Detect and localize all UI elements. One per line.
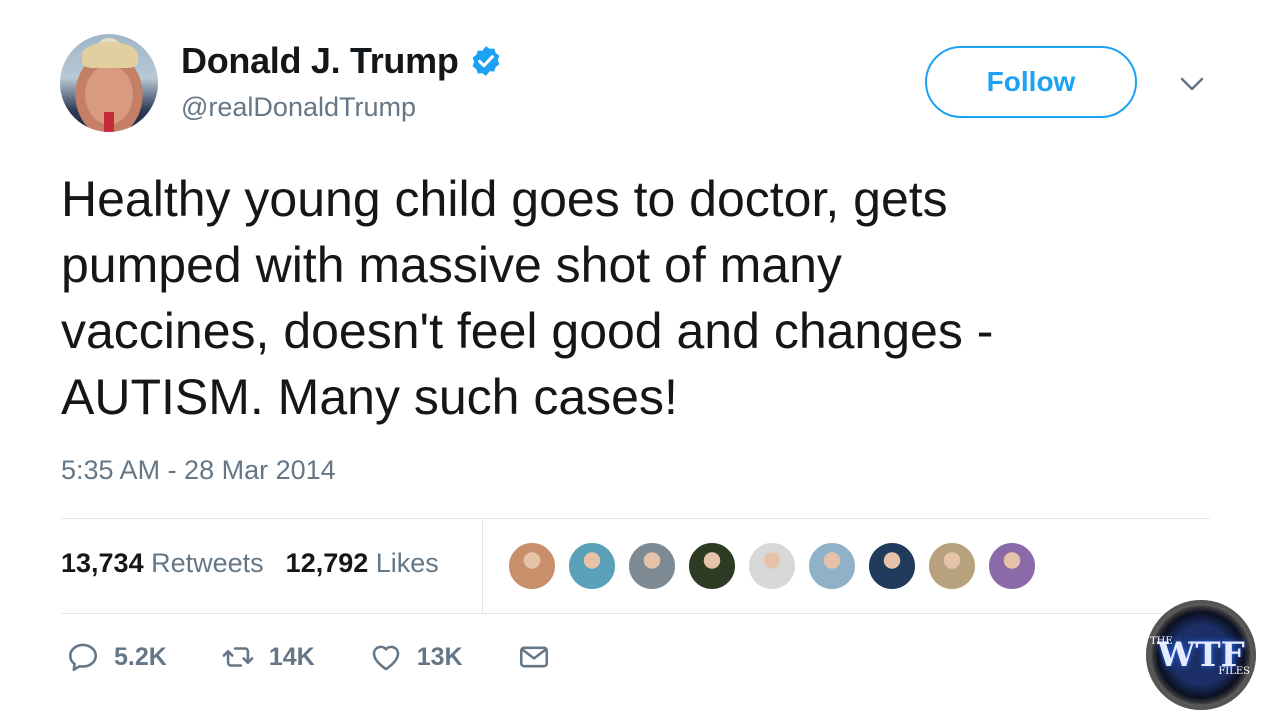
like-count: 13K: [416, 642, 463, 671]
likes-count: 12,792: [285, 548, 369, 578]
liker-avatar[interactable]: [927, 541, 977, 591]
retweets-count: 13,734: [61, 548, 144, 578]
tweet-text: Healthy young child goes to doctor, gets…: [61, 171, 994, 425]
direct-message-button[interactable]: [517, 640, 551, 674]
chevron-down-icon[interactable]: [1178, 74, 1206, 94]
display-name[interactable]: Donald J. Trump: [181, 40, 503, 82]
liker-avatar[interactable]: [867, 541, 917, 591]
likes-label: Likes: [375, 548, 439, 578]
divider: [61, 518, 1210, 519]
liker-avatar[interactable]: [987, 541, 1037, 591]
watermark-top-text: THE: [1150, 636, 1173, 647]
profile-avatar[interactable]: [60, 34, 158, 132]
avatar-tie: [104, 112, 114, 132]
retweets-label: Retweets: [151, 548, 264, 578]
heart-icon: [372, 645, 400, 671]
likers-avatars: [507, 541, 1037, 591]
retweets-stat[interactable]: 13,734 Retweets: [61, 548, 264, 579]
follow-button[interactable]: Follow: [925, 46, 1137, 118]
tweet-actions: 5.2K 14K 13K: [66, 640, 605, 674]
liker-avatar[interactable]: [507, 541, 557, 591]
like-button[interactable]: 13K: [369, 640, 463, 674]
reply-button[interactable]: 5.2K: [66, 640, 167, 674]
divider: [61, 613, 1210, 614]
stats-separator: [482, 518, 483, 613]
reply-count: 5.2K: [114, 642, 167, 671]
retweet-icon: [222, 647, 254, 667]
user-handle[interactable]: @realDonaldTrump: [181, 92, 416, 123]
display-name-text: Donald J. Trump: [181, 40, 459, 81]
liker-avatar[interactable]: [807, 541, 857, 591]
liker-avatar[interactable]: [627, 541, 677, 591]
tweet-stats: 13,734 Retweets 12,792 Likes: [61, 548, 439, 579]
likes-stat[interactable]: 12,792 Likes: [286, 548, 439, 579]
tweet-timestamp[interactable]: 5:35 AM - 28 Mar 2014: [61, 455, 336, 486]
retweet-button[interactable]: 14K: [221, 640, 315, 674]
verified-badge-icon: [472, 46, 499, 76]
liker-avatar[interactable]: [747, 541, 797, 591]
wtf-files-watermark-logo: THE WTF FILES: [1146, 600, 1256, 710]
envelope-icon: [519, 646, 548, 668]
reply-icon: [68, 643, 98, 672]
avatar-hair: [82, 42, 138, 68]
liker-avatar[interactable]: [687, 541, 737, 591]
watermark-bottom-text: FILES: [1218, 666, 1250, 677]
liker-avatar[interactable]: [567, 541, 617, 591]
retweet-count: 14K: [268, 642, 315, 671]
